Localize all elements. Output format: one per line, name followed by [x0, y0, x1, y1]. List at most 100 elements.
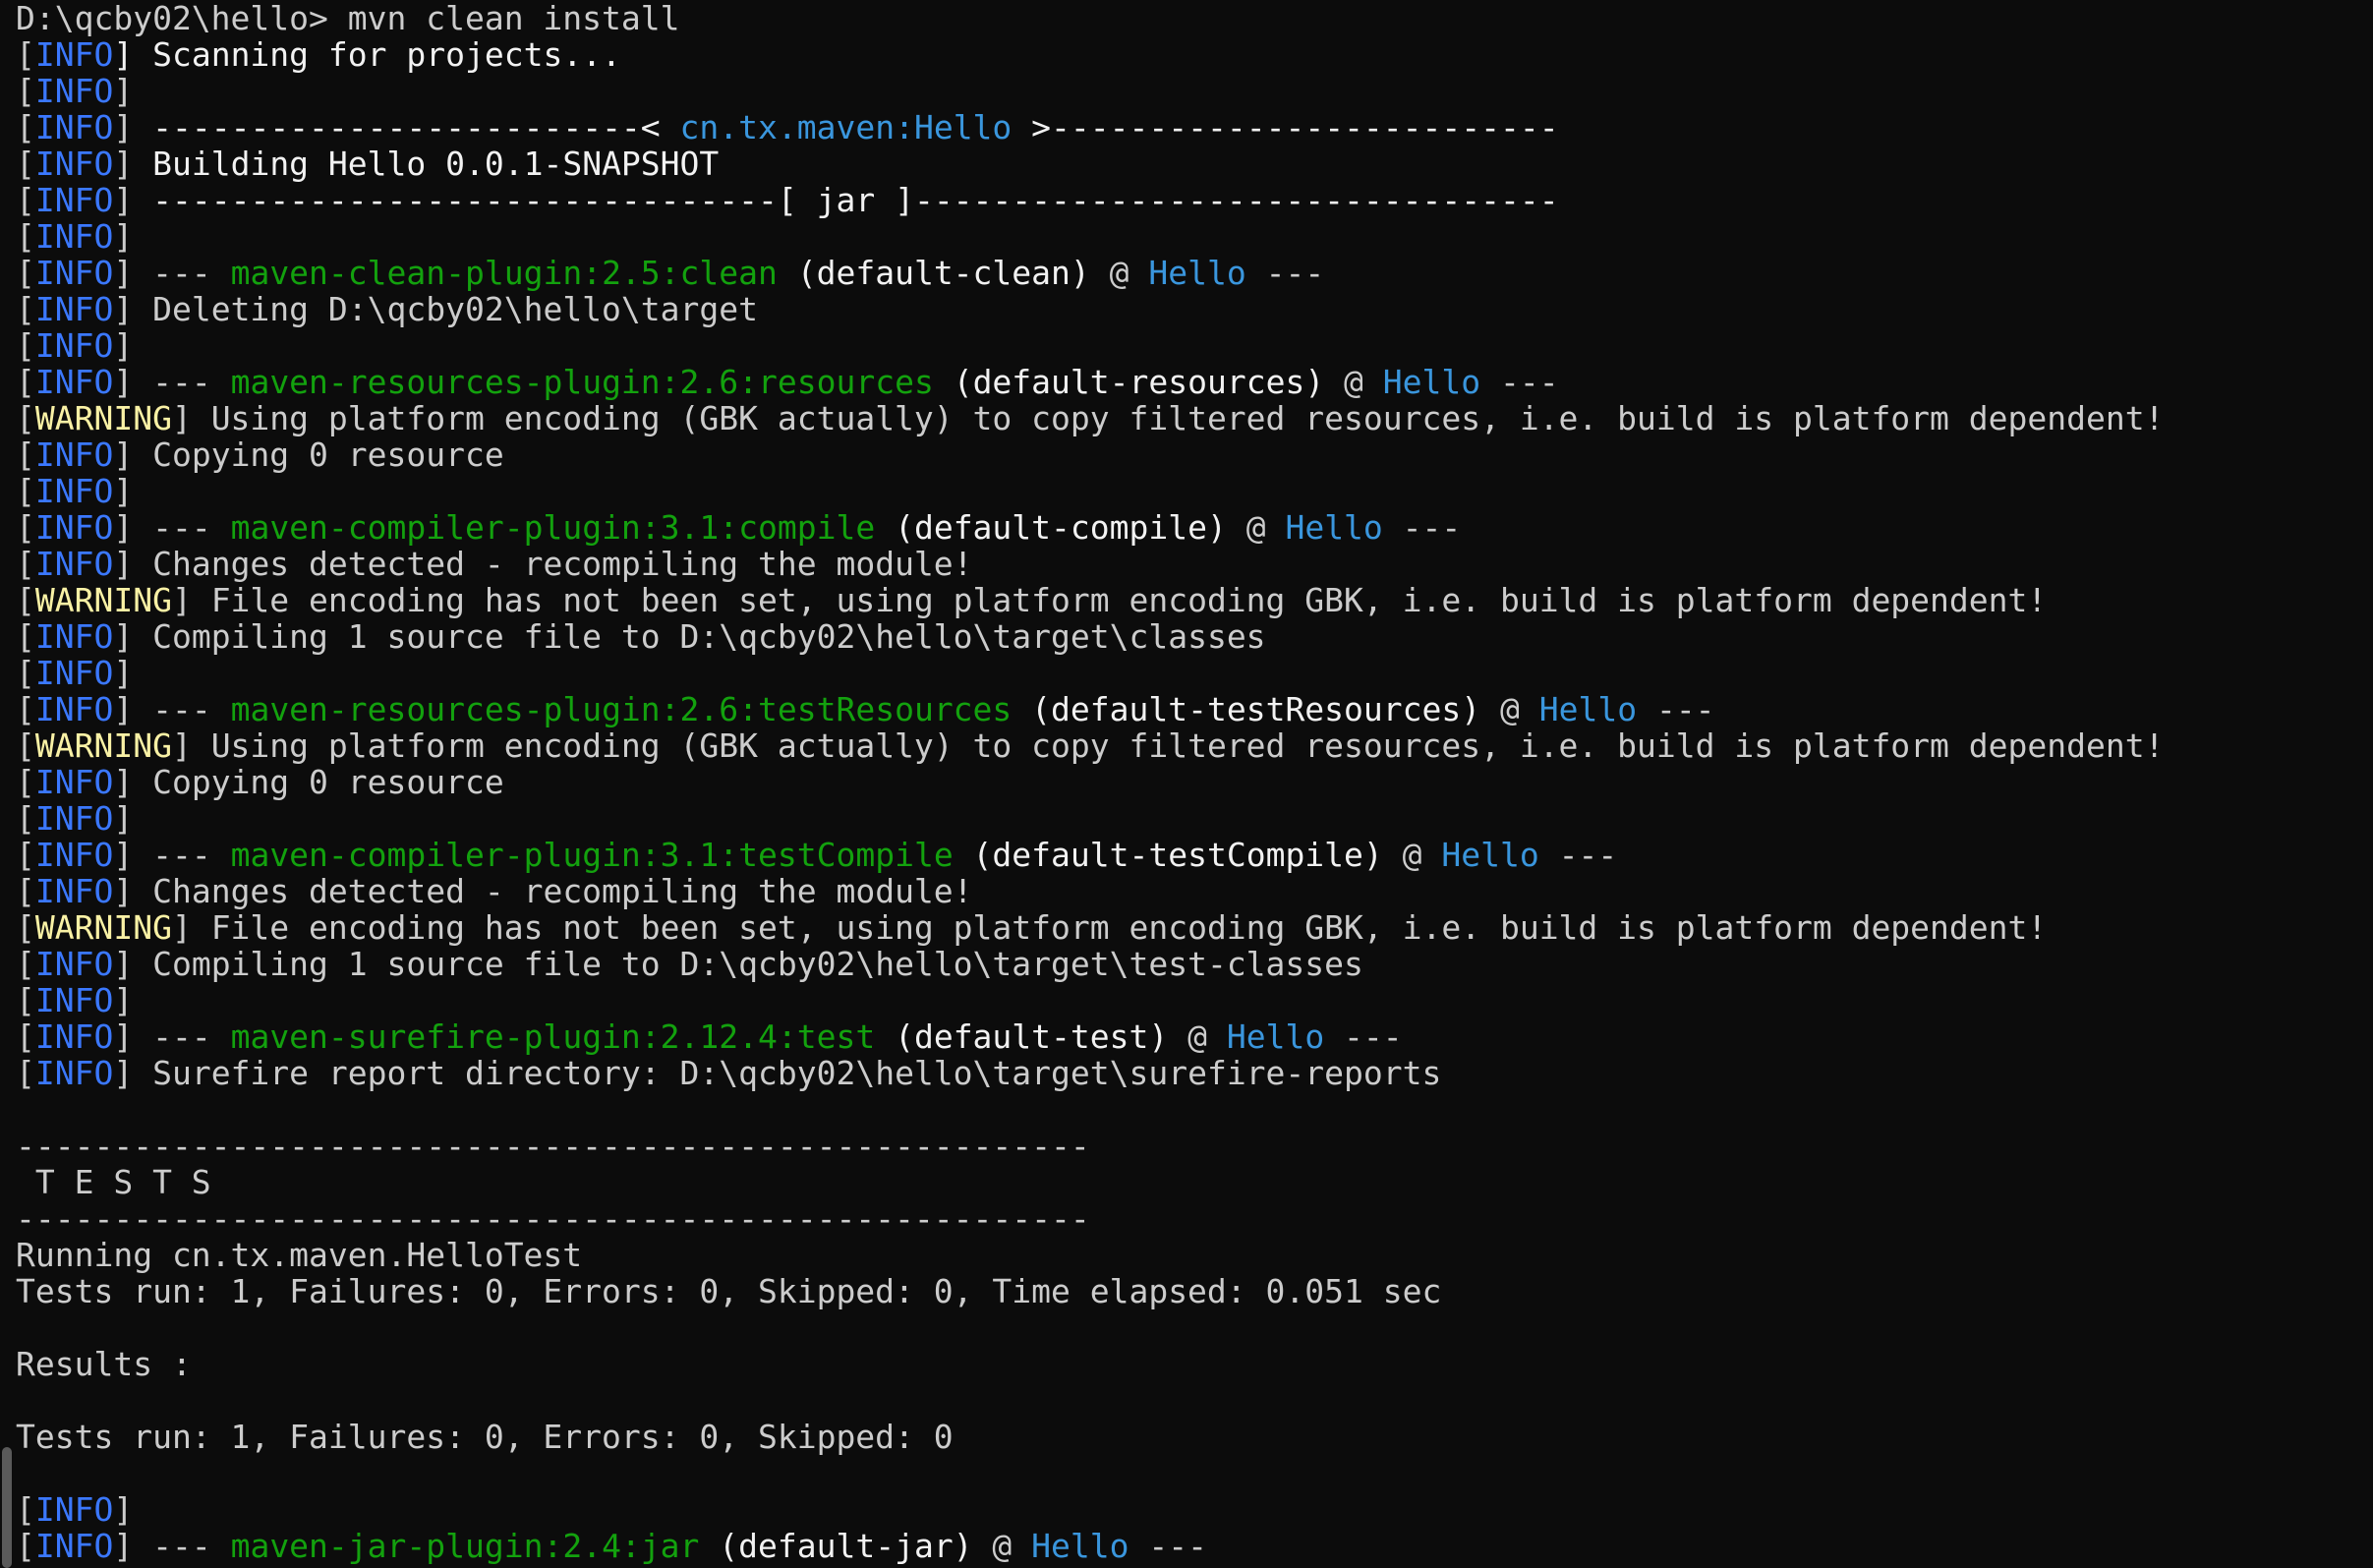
terminal-text-segment: ] [113, 981, 134, 1019]
terminal-text-segment: [ [16, 1017, 35, 1056]
scrollbar-thumb[interactable] [2, 1447, 12, 1568]
terminal-text-segment: INFO [34, 290, 114, 328]
terminal-text-segment: ] [113, 799, 134, 838]
terminal-text-segment: [ [16, 981, 35, 1019]
terminal-text-segment: INFO [34, 945, 114, 983]
terminal-text-segment: Tests run: 1, Failures: 0, Errors: 0, Sk… [16, 1272, 1442, 1310]
terminal-text-segment: INFO [34, 1527, 114, 1565]
terminal-text-segment: INFO [34, 836, 114, 874]
terminal-text-segment: Hello [1382, 363, 1481, 401]
terminal-line: Results : [16, 1346, 2365, 1382]
terminal-text-segment: ] Changes detected - recompiling the mod… [113, 545, 973, 583]
terminal-text-segment: [ [16, 72, 35, 110]
terminal-text-segment: Hello [1285, 508, 1383, 547]
terminal-text-segment: ] Deleting D:\qcby02\hello\target [113, 290, 758, 328]
terminal-text-segment: INFO [34, 1054, 114, 1092]
terminal-text-segment: [ [16, 690, 35, 728]
terminal-text-segment: --- [1324, 1017, 1403, 1056]
terminal-line: [INFO] Compiling 1 source file to D:\qcb… [16, 618, 2365, 655]
terminal-text-segment: Tests run: 1, Failures: 0, Errors: 0, Sk… [16, 1418, 954, 1456]
terminal-text-segment: [ [16, 108, 35, 146]
terminal-line: [INFO] [16, 473, 2365, 509]
terminal-line: Tests run: 1, Failures: 0, Errors: 0, Sk… [16, 1419, 2365, 1455]
terminal-line: [WARNING] Using platform encoding (GBK a… [16, 400, 2365, 436]
terminal-text-segment: ] [113, 1490, 134, 1529]
terminal-text-segment: INFO [34, 436, 114, 474]
terminal-text-segment: [ [16, 1054, 35, 1092]
terminal-text-segment: INFO [34, 872, 114, 910]
terminal-text-segment: INFO [34, 690, 114, 728]
terminal-text-segment: ] File encoding has not been set, using … [171, 581, 2048, 619]
terminal-text-segment: [ [16, 254, 35, 292]
terminal-text-segment: --- [1538, 836, 1618, 874]
terminal-text-segment: INFO [34, 145, 114, 183]
terminal-text-segment: [ [16, 145, 35, 183]
terminal-text-segment: INFO [34, 472, 114, 510]
terminal-text-segment: --------------------------------[ jar ]-… [152, 181, 1559, 219]
terminal-text-segment: [ [16, 908, 35, 947]
terminal-line: [WARNING] Using platform encoding (GBK a… [16, 727, 2365, 764]
terminal-line: [INFO] [16, 1491, 2365, 1528]
terminal-line: [INFO] [16, 982, 2365, 1018]
terminal-line: D:\qcby02\hello> mvn clean install [16, 0, 2365, 36]
terminal-text-segment: ] --- [113, 690, 231, 728]
terminal-line: [INFO] Building Hello 0.0.1-SNAPSHOT [16, 145, 2365, 182]
terminal-line: [INFO] Deleting D:\qcby02\hello\target [16, 291, 2365, 327]
terminal-text-segment: INFO [34, 1490, 114, 1529]
terminal-text-segment: --- [1129, 1527, 1207, 1565]
terminal-text-segment: ] [113, 217, 134, 256]
terminal-line: ----------------------------------------… [16, 1200, 2365, 1237]
terminal-line: ----------------------------------------… [16, 1128, 2365, 1164]
terminal-text-segment: INFO [34, 108, 114, 146]
terminal-text-segment: INFO [34, 72, 114, 110]
terminal-line: [INFO] --- maven-resources-plugin:2.6:te… [16, 691, 2365, 727]
terminal-text-segment: ] Using platform encoding (GBK actually)… [171, 399, 2165, 437]
terminal-text-segment: ] Surefire report directory: D:\qcby02\h… [113, 1054, 1442, 1092]
terminal-text-segment: [ [16, 872, 35, 910]
terminal-text-segment: ] Copying 0 resource [113, 763, 504, 801]
terminal-text-segment: [ [16, 945, 35, 983]
terminal-text-segment: ] [113, 654, 134, 692]
terminal-text-segment: --- [1480, 363, 1559, 401]
terminal-text-segment: [ [16, 545, 35, 583]
terminal-text-segment: @ [1168, 1017, 1227, 1056]
terminal-line: [WARNING] File encoding has not been set… [16, 582, 2365, 618]
terminal-output[interactable]: D:\qcby02\hello> mvn clean install [INFO]… [16, 0, 2365, 1568]
terminal-text-segment: T E S T S [16, 1163, 211, 1201]
terminal-text-segment: --- [1245, 254, 1325, 292]
terminal-text-segment: >-------------------------- [1012, 108, 1559, 146]
terminal-line: [INFO] --- maven-resources-plugin:2.6:re… [16, 364, 2365, 400]
terminal-text-segment: maven-compiler-plugin:3.1:compile [230, 508, 876, 547]
terminal-text-segment: maven-jar-plugin:2.4:jar [230, 1527, 700, 1565]
terminal-text-segment: INFO [34, 217, 114, 256]
terminal-text-segment: --- [1382, 508, 1462, 547]
terminal-text-segment: @ [1226, 508, 1286, 547]
terminal-text-segment: INFO [34, 254, 114, 292]
terminal-text-segment: [ [16, 836, 35, 874]
terminal-text-segment: INFO [34, 508, 114, 547]
terminal-text-segment: (default-jar) [699, 1527, 973, 1565]
terminal-text-segment: [ [16, 472, 35, 510]
terminal-text-segment: INFO [34, 181, 114, 219]
terminal-text-segment: Hello [1148, 254, 1246, 292]
terminal-text-segment: Building Hello 0.0.1-SNAPSHOT [152, 145, 720, 183]
terminal-line: [INFO] [16, 800, 2365, 837]
terminal-line: [INFO] Surefire report directory: D:\qcb… [16, 1055, 2365, 1091]
terminal-line: [INFO] [16, 73, 2365, 109]
terminal-text-segment: ] Copying 0 resource [113, 436, 504, 474]
terminal-text-segment: (default-compile) [875, 508, 1227, 547]
terminal-text-segment: cn.tx.maven:Hello [679, 108, 1013, 146]
terminal-text-segment: WARNING [34, 908, 172, 947]
terminal-text-segment: maven-compiler-plugin:3.1:testCompile [230, 836, 954, 874]
terminal-line: [INFO] -------------------------< cn.tx.… [16, 109, 2365, 145]
terminal-text-segment: maven-resources-plugin:2.6:resources [230, 363, 934, 401]
terminal-text-segment: [ [16, 399, 35, 437]
terminal-text-segment: [ [16, 290, 35, 328]
terminal-text-segment: ] --- [113, 1527, 231, 1565]
terminal-text-segment: ] Compiling 1 source file to D:\qcby02\h… [113, 617, 1266, 656]
terminal-line: [INFO] --- maven-jar-plugin:2.4:jar (def… [16, 1528, 2365, 1564]
terminal-text-segment: INFO [34, 35, 114, 74]
